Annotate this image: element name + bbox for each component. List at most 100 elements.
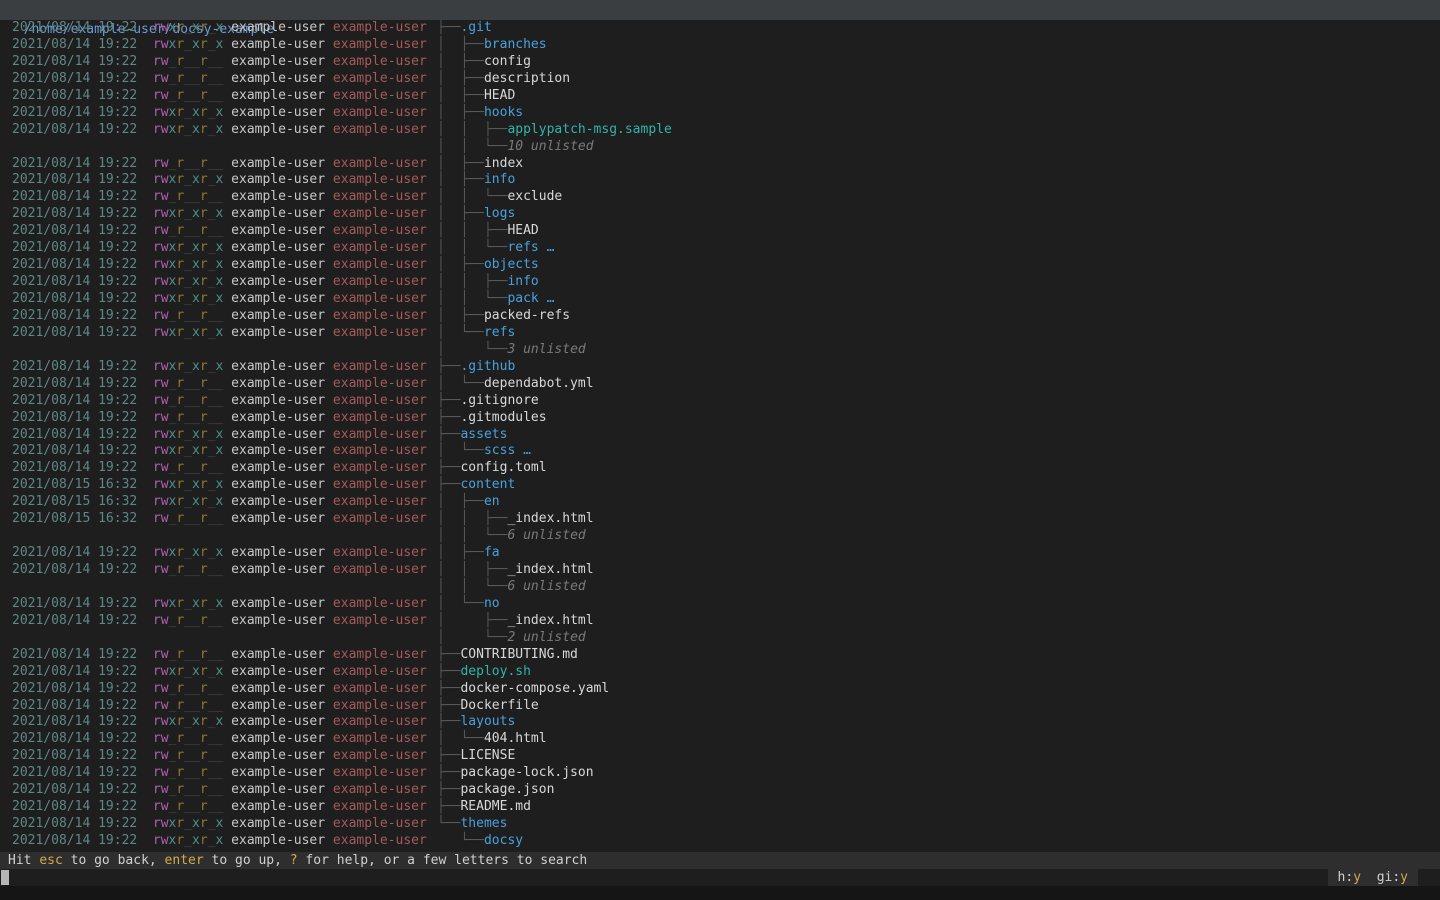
tree-row[interactable]: 2021/08/14 19:22 rwxr_xr_x example-user … (0, 833, 1440, 850)
tree-row[interactable]: 2021/08/14 19:22 rwxr_xr_x example-user … (0, 257, 1440, 274)
group: example-user (325, 274, 427, 289)
tree-entry-name[interactable]: description (484, 71, 570, 86)
tree-row[interactable]: 2021/08/14 19:22 rw_r__r__ example-user … (0, 376, 1440, 393)
tree-row[interactable]: 2021/08/14 19:22 rwxr_xr_x example-user … (0, 816, 1440, 833)
tree-entry-name[interactable]: _index.html (507, 613, 593, 628)
tree-row[interactable]: 2021/08/14 19:22 rwxr_xr_x example-user … (0, 105, 1440, 122)
tree-entry-name[interactable]: objects (484, 257, 539, 272)
tree-entry-name[interactable]: package.json (460, 782, 554, 797)
tree-row[interactable]: 2021/08/14 19:22 rwxr_xr_x example-user … (0, 240, 1440, 257)
tree-entry-name[interactable]: content (460, 477, 515, 492)
tree-row[interactable]: 2021/08/14 19:22 rw_r__r__ example-user … (0, 698, 1440, 715)
tree-entry-name[interactable]: LICENSE (460, 748, 515, 763)
tree-entry-name[interactable]: info (507, 274, 538, 289)
hint-text: to go up, (204, 853, 290, 868)
tree-entry-name[interactable]: .gitignore (460, 393, 538, 408)
tree-row[interactable]: 2021/08/14 19:22 rw_r__r__ example-user … (0, 748, 1440, 765)
tree-row[interactable]: 2021/08/14 19:22 rw_r__r__ example-user … (0, 731, 1440, 748)
file-metadata: 2021/08/14 19:22 rw_r__r__ example-user … (12, 731, 427, 748)
tree-entry-name[interactable]: .git (460, 20, 491, 35)
tree-entry-name[interactable]: docker-compose.yaml (460, 681, 609, 696)
tree-entry-name[interactable]: applypatch-msg.sample (507, 122, 671, 137)
owner: example-user (223, 613, 325, 628)
tree-row[interactable]: 2021/08/15 16:32 rwxr_xr_x example-user … (0, 494, 1440, 511)
tree-entry-name[interactable]: Dockerfile (460, 698, 538, 713)
tree-entry-name[interactable]: layouts (460, 714, 515, 729)
modified-date: 2021/08/14 19:22 (12, 105, 153, 120)
tree-row[interactable]: 2021/08/14 19:22 rw_r__r__ example-user … (0, 71, 1440, 88)
tree-entry-name[interactable]: en (484, 494, 500, 509)
search-input[interactable]: h:y gi:y (0, 869, 1440, 886)
tree-row[interactable]: 2021/08/14 19:22 rwxr_xr_x example-user … (0, 664, 1440, 681)
tree-row[interactable]: 2021/08/14 19:22 rw_r__r__ example-user … (0, 647, 1440, 664)
tree-entry-name[interactable]: .gitmodules (460, 410, 546, 425)
tree-row[interactable]: 2021/08/14 19:22 rwxr_xr_x example-user … (0, 596, 1440, 613)
tree-row[interactable]: 2021/08/14 19:22 rw_r__r__ example-user … (0, 765, 1440, 782)
tree-row[interactable]: 2021/08/14 19:22 rw_r__r__ example-user … (0, 410, 1440, 427)
tree-row[interactable]: 2021/08/14 19:22 rw_r__r__ example-user … (0, 562, 1440, 579)
tree-row[interactable]: 2021/08/14 19:22 rw_r__r__ example-user … (0, 613, 1440, 630)
tree-row[interactable]: 2021/08/14 19:22 rwxr_xr_x example-user … (0, 443, 1440, 460)
tree-entry-name[interactable]: refs (507, 240, 538, 255)
tree-row[interactable]: 2021/08/14 19:22 rw_r__r__ example-user … (0, 393, 1440, 410)
tree-row[interactable]: 2021/08/14 19:22 rwxr_xr_x example-user … (0, 20, 1440, 37)
tree-row[interactable]: 2021/08/14 19:22 rw_r__r__ example-user … (0, 681, 1440, 698)
file-metadata: 2021/08/15 16:32 rwxr_xr_x example-user … (12, 477, 427, 494)
tree-entry-name[interactable]: 404.html (484, 731, 547, 746)
tree-entry-name[interactable]: scss (484, 443, 515, 458)
tree-entry-name[interactable]: _index.html (507, 562, 593, 577)
tree-row[interactable]: 2021/08/14 19:22 rw_r__r__ example-user … (0, 223, 1440, 240)
tree-entry-name[interactable]: refs (484, 325, 515, 340)
tree-entry-name[interactable]: HEAD (484, 88, 515, 103)
tree-entry-name[interactable]: no (484, 596, 500, 611)
tree-row[interactable]: 2021/08/14 19:22 rwxr_xr_x example-user … (0, 359, 1440, 376)
tree-entry-name[interactable]: config.toml (460, 460, 546, 475)
tree-entry-name[interactable]: pack (507, 291, 538, 306)
file-metadata: 2021/08/14 19:22 rw_r__r__ example-user … (12, 460, 427, 477)
tree-row[interactable]: 2021/08/14 19:22 rwxr_xr_x example-user … (0, 206, 1440, 223)
tree-line: │ │ └──6 unlisted (437, 579, 586, 596)
tree-row[interactable]: 2021/08/14 19:22 rw_r__r__ example-user … (0, 189, 1440, 206)
tree-row[interactable]: 2021/08/14 19:22 rwxr_xr_x example-user … (0, 122, 1440, 139)
tree-entry-name[interactable]: exclude (507, 189, 562, 204)
tree-row[interactable]: 2021/08/14 19:22 rw_r__r__ example-user … (0, 156, 1440, 173)
tree-entry-name[interactable]: README.md (460, 799, 530, 814)
tree-entry-name[interactable]: HEAD (507, 223, 538, 238)
tree-entry-name[interactable]: package-lock.json (460, 765, 593, 780)
tree-row[interactable]: 2021/08/14 19:22 rwxr_xr_x example-user … (0, 545, 1440, 562)
tree-entry-name[interactable]: index (484, 156, 523, 171)
tree-row[interactable]: 2021/08/15 16:32 rw_r__r__ example-user … (0, 511, 1440, 528)
tree-entry-name[interactable]: CONTRIBUTING.md (460, 647, 577, 662)
tree-entry-name[interactable]: dependabot.yml (484, 376, 594, 391)
tree-entry-name[interactable]: deploy.sh (460, 664, 530, 679)
branch-lines: ├── (437, 799, 460, 814)
tree-entry-name[interactable]: themes (460, 816, 507, 831)
tree-row[interactable]: 2021/08/14 19:22 rw_r__r__ example-user … (0, 308, 1440, 325)
tree-row[interactable]: 2021/08/14 19:22 rwxr_xr_x example-user … (0, 427, 1440, 444)
tree-entry-name[interactable]: info (484, 172, 515, 187)
tree-row[interactable]: 2021/08/15 16:32 rwxr_xr_x example-user … (0, 477, 1440, 494)
tree-row[interactable]: 2021/08/14 19:22 rw_r__r__ example-user … (0, 799, 1440, 816)
tree-row[interactable]: 2021/08/14 19:22 rwxr_xr_x example-user … (0, 274, 1440, 291)
tree-entry-name[interactable]: docsy (484, 833, 523, 848)
file-metadata: 2021/08/14 19:22 rw_r__r__ example-user … (12, 156, 427, 173)
tree-entry-name[interactable]: config (484, 54, 531, 69)
group: example-user (325, 782, 427, 797)
tree-entry-name[interactable]: hooks (484, 105, 523, 120)
tree-entry-name[interactable]: fa (484, 545, 500, 560)
tree-row[interactable]: 2021/08/14 19:22 rwxr_xr_x example-user … (0, 325, 1440, 342)
tree-row[interactable]: 2021/08/14 19:22 rwxr_xr_x example-user … (0, 37, 1440, 54)
tree-row[interactable]: 2021/08/14 19:22 rwxr_xr_x example-user … (0, 714, 1440, 731)
tree-row[interactable]: 2021/08/14 19:22 rw_r__r__ example-user … (0, 782, 1440, 799)
tree-entry-name[interactable]: .github (460, 359, 515, 374)
tree-row[interactable]: 2021/08/14 19:22 rwxr_xr_x example-user … (0, 172, 1440, 189)
tree-entry-name[interactable]: packed-refs (484, 308, 570, 323)
tree-entry-name[interactable]: assets (460, 427, 507, 442)
tree-row[interactable]: 2021/08/14 19:22 rw_r__r__ example-user … (0, 54, 1440, 71)
tree-row[interactable]: 2021/08/14 19:22 rwxr_xr_x example-user … (0, 291, 1440, 308)
tree-entry-name[interactable]: branches (484, 37, 547, 52)
tree-row[interactable]: 2021/08/14 19:22 rw_r__r__ example-user … (0, 88, 1440, 105)
tree-entry-name[interactable]: _index.html (507, 511, 593, 526)
tree-entry-name[interactable]: logs (484, 206, 515, 221)
tree-row[interactable]: 2021/08/14 19:22 rw_r__r__ example-user … (0, 460, 1440, 477)
